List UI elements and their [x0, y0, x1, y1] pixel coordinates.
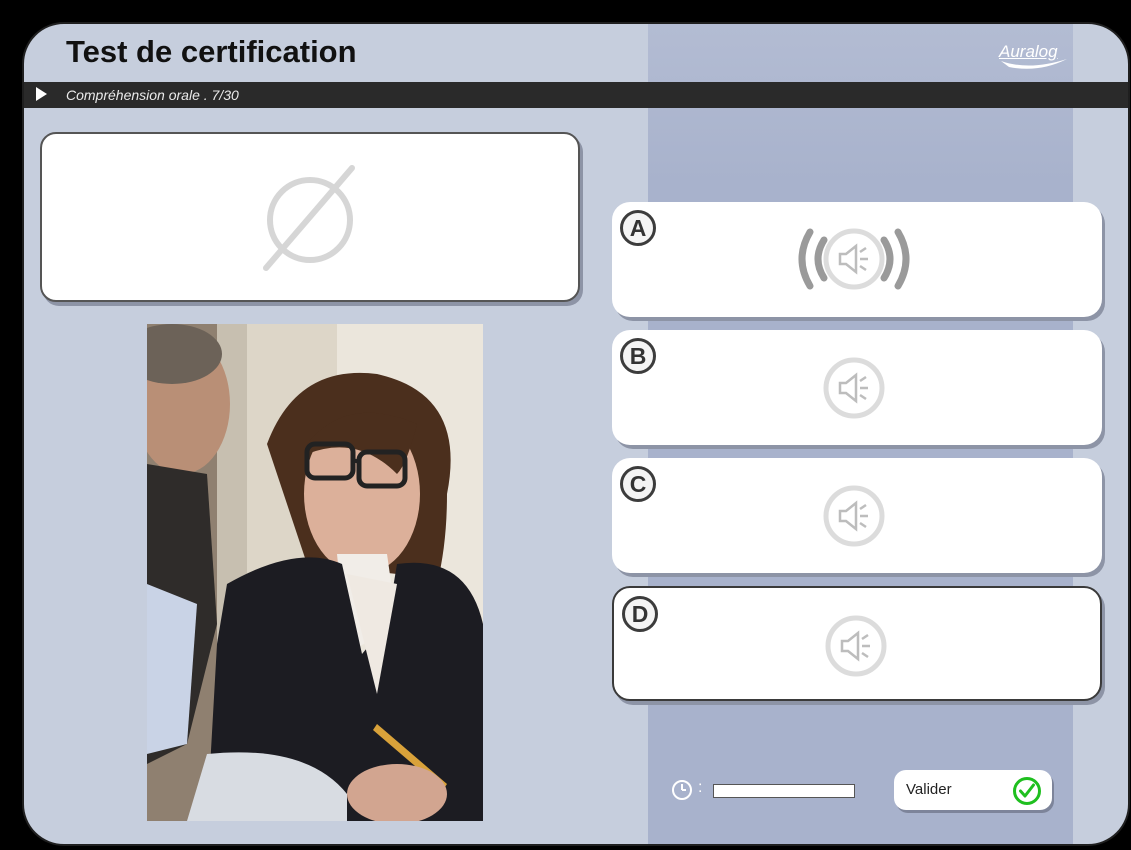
answer-option-c[interactable]: C [612, 458, 1102, 573]
speaker-icon[interactable] [822, 356, 886, 420]
empty-set-icon [263, 165, 355, 271]
photo-illustration [147, 324, 483, 821]
validate-label: Valider [906, 781, 952, 798]
speaker-playing-icon[interactable] [790, 224, 918, 294]
speaker-icon[interactable] [822, 484, 886, 548]
speaker-icon[interactable] [824, 614, 888, 678]
validate-button[interactable]: Valider [894, 770, 1052, 810]
answer-letter-b: B [620, 338, 656, 374]
answer-letter-c: C [620, 466, 656, 502]
play-arrow-icon [36, 87, 47, 101]
clock-icon [672, 780, 692, 800]
breadcrumb: Compréhension orale . 7/30 [24, 82, 1128, 108]
timer-progress-bar [713, 784, 855, 798]
answer-option-a[interactable]: A [612, 202, 1102, 317]
app-frame: Test de certification Auralog Compréhens… [22, 22, 1130, 846]
timer-separator: : [698, 779, 703, 796]
check-icon [1013, 777, 1041, 805]
logo-swoosh-icon [1001, 59, 1067, 69]
answer-letter-d: D [622, 596, 658, 632]
page-title: Test de certification [66, 34, 357, 69]
answer-option-d[interactable]: D [612, 586, 1102, 701]
answer-option-b[interactable]: B [612, 330, 1102, 445]
question-box [40, 132, 580, 302]
answer-letter-a: A [620, 210, 656, 246]
business-meeting-photo [147, 324, 483, 821]
breadcrumb-text: Compréhension orale . 7/30 [66, 87, 239, 103]
